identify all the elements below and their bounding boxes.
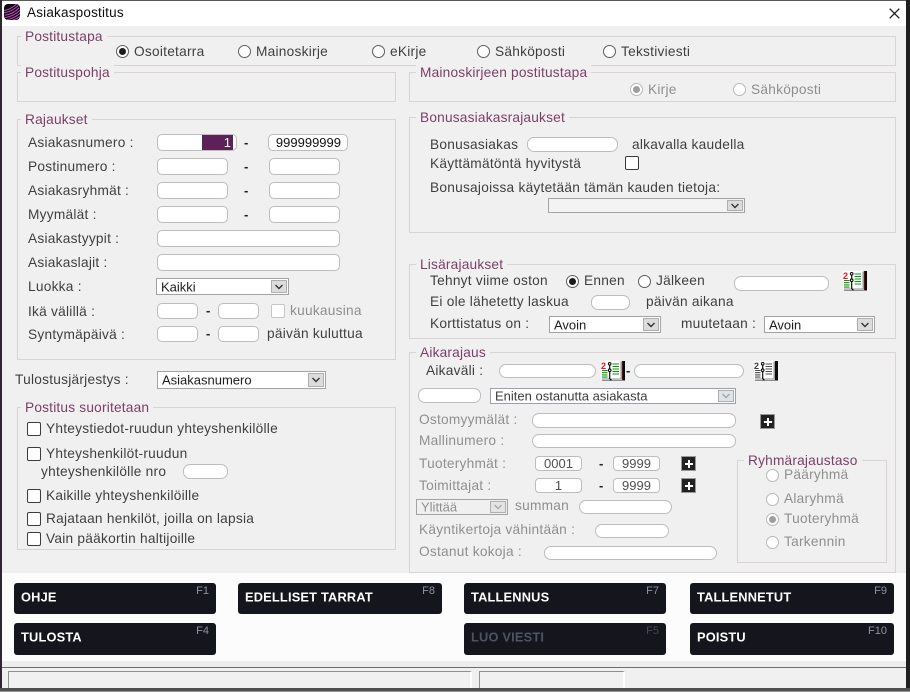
svg-text:2: 2 <box>843 271 848 281</box>
svg-text:2: 2 <box>754 361 759 371</box>
svg-text:2: 2 <box>601 361 606 371</box>
